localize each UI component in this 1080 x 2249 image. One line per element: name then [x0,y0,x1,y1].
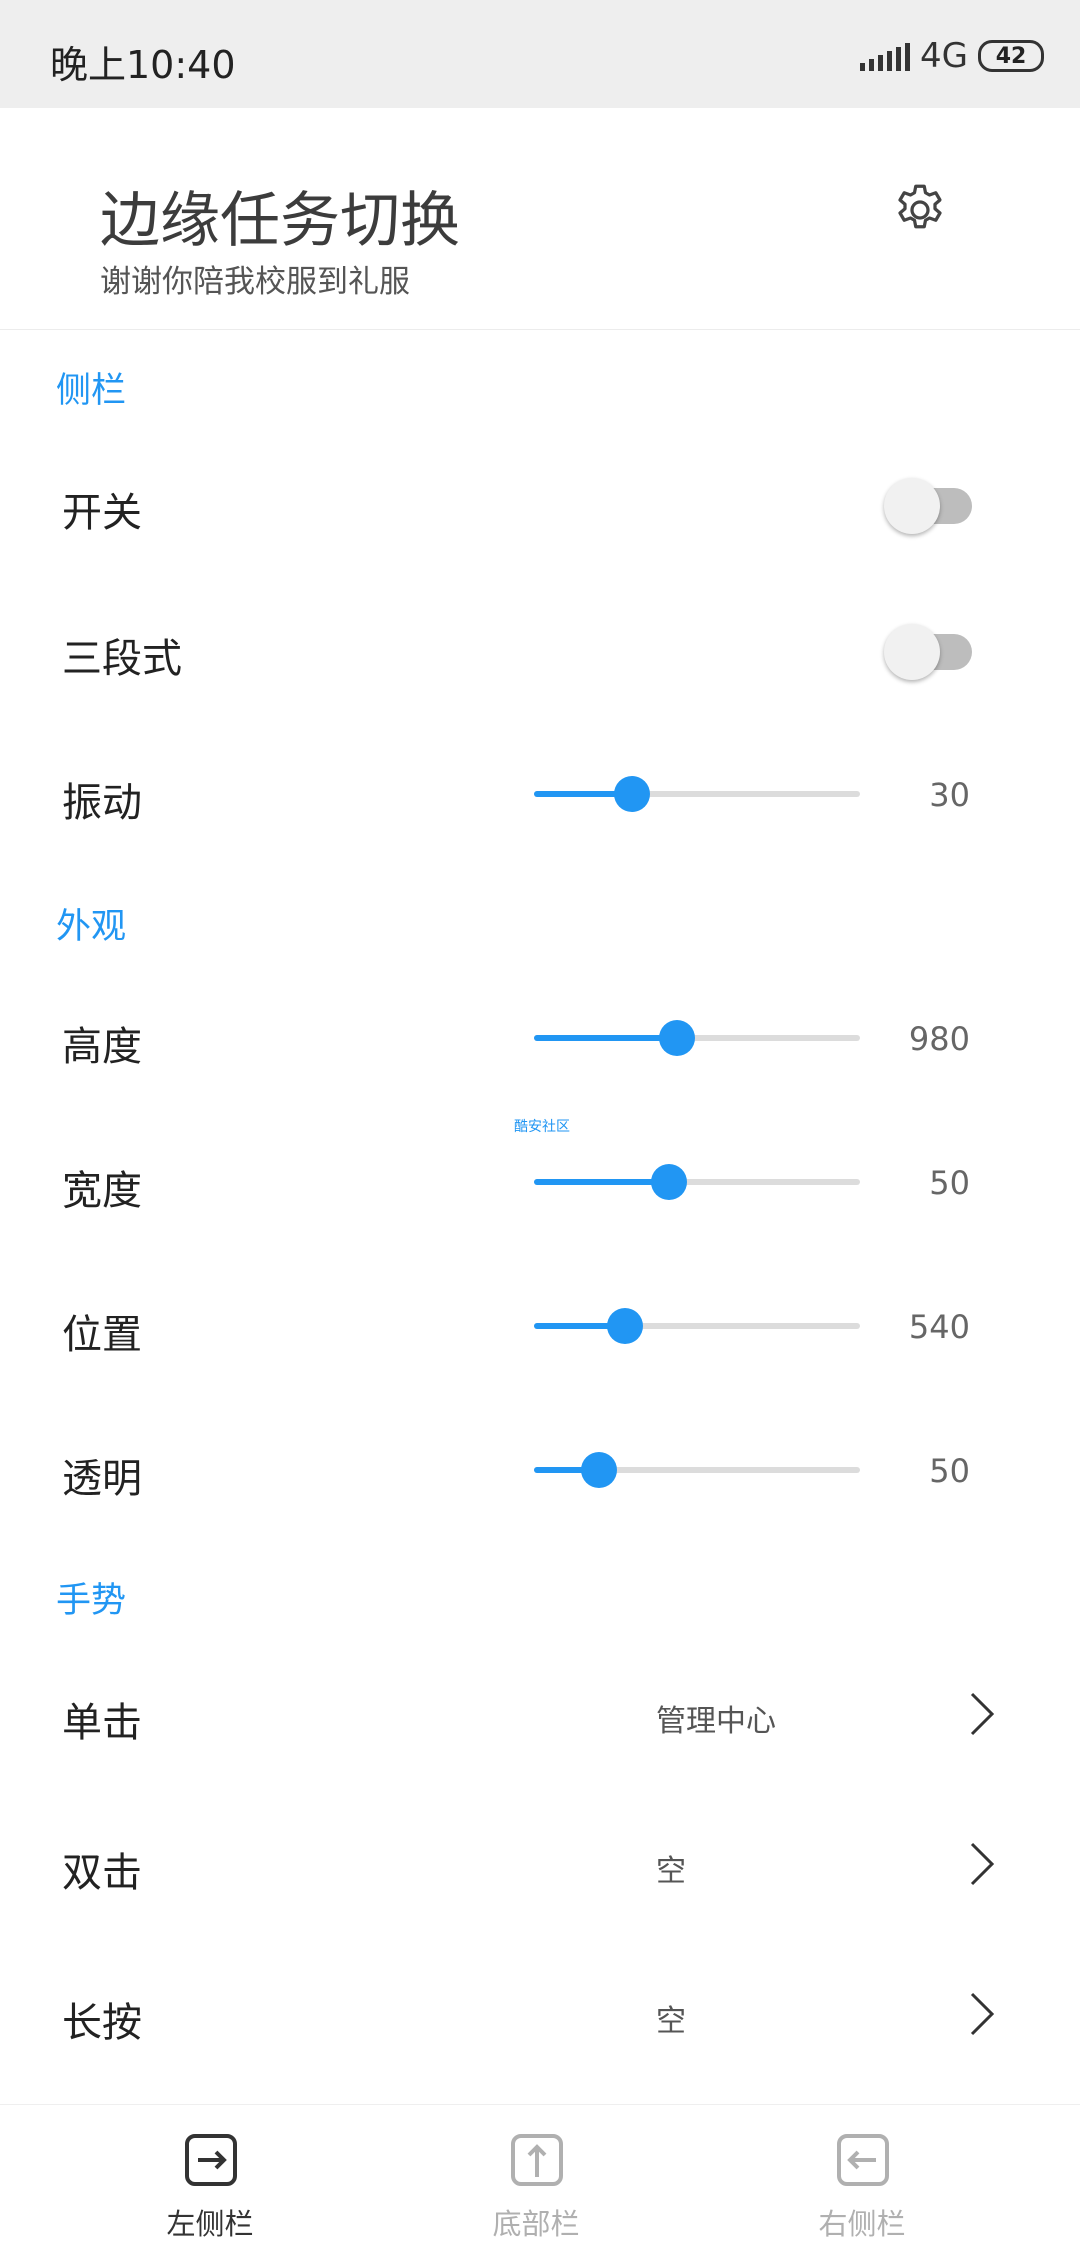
battery-icon: 42 [978,40,1044,72]
nav-tab-left-sidebar[interactable]: 左侧栏 [30,2105,390,2249]
width-label: 宽度 [62,1168,142,1214]
opacity-value: 50 [929,1452,970,1490]
three-stage-toggle[interactable] [884,616,974,680]
bottom-bar-icon [511,2134,563,2186]
left-sidebar-icon [185,2134,237,2186]
height-label: 高度 [62,1024,142,1070]
gear-icon[interactable] [890,180,950,240]
three-stage-label: 三段式 [62,636,182,682]
status-bar: 晚上10:40 4G 42 [0,0,1080,108]
nav-tab-right-sidebar[interactable]: 右侧栏 [682,2105,1042,2249]
double-tap-value: 空 [656,1854,686,1889]
height-slider[interactable] [534,1016,860,1060]
toggle-thumb [884,624,940,680]
position-value: 540 [908,1308,970,1346]
battery-level: 42 [995,43,1027,69]
slider-knob[interactable] [659,1020,696,1056]
nav-label: 右侧栏 [818,2207,906,2241]
width-value: 50 [929,1164,970,1202]
slider-fill [534,1179,670,1185]
switch-toggle[interactable] [884,470,974,534]
page-subtitle: 谢谢你陪我校服到礼服 [100,264,410,300]
vibration-value: 30 [929,776,970,814]
nav-tab-bottom-bar[interactable]: 底部栏 [356,2105,716,2249]
vibration-slider[interactable] [534,772,860,816]
bottom-nav: 左侧栏 底部栏 右侧栏 [0,2104,1080,2248]
network-type: 4G [920,36,968,76]
status-time: 晚上10:40 [50,43,236,87]
slider-knob[interactable] [613,776,650,812]
section-title-gestures: 手势 [56,1581,127,1621]
slider-knob[interactable] [607,1308,644,1344]
chevron-right-icon [970,1842,995,1886]
nav-label: 底部栏 [492,2207,580,2241]
width-slider[interactable] [534,1160,860,1204]
long-press-label: 长按 [62,2000,142,2046]
chevron-right-icon [970,1692,995,1736]
position-slider[interactable] [534,1304,860,1348]
slider-fill [534,1035,678,1041]
opacity-label: 透明 [62,1456,142,1502]
chevron-right-icon [970,1992,995,2036]
watermark: 酷安社区 [514,1119,570,1135]
slider-knob[interactable] [581,1452,618,1488]
nav-label: 左侧栏 [166,2207,254,2241]
single-tap-label: 单击 [62,1700,142,1746]
vibration-label: 振动 [62,780,142,826]
page-title: 边缘任务切换 [100,186,460,256]
section-title-sidebar: 侧栏 [56,371,127,411]
opacity-slider[interactable] [534,1448,860,1492]
switch-label: 开关 [62,490,142,536]
signal-icon [860,41,911,71]
slider-knob[interactable] [651,1164,688,1200]
height-value: 980 [908,1020,970,1058]
double-tap-label: 双击 [62,1850,142,1896]
section-title-appearance: 外观 [56,907,127,947]
right-sidebar-icon [837,2134,889,2186]
app-header: 边缘任务切换 谢谢你陪我校服到礼服 [0,108,1080,330]
toggle-thumb [884,478,940,534]
single-tap-value: 管理中心 [656,1704,776,1739]
long-press-value: 空 [656,2004,686,2039]
status-indicators: 4G 42 [860,36,1044,76]
position-label: 位置 [62,1312,142,1358]
